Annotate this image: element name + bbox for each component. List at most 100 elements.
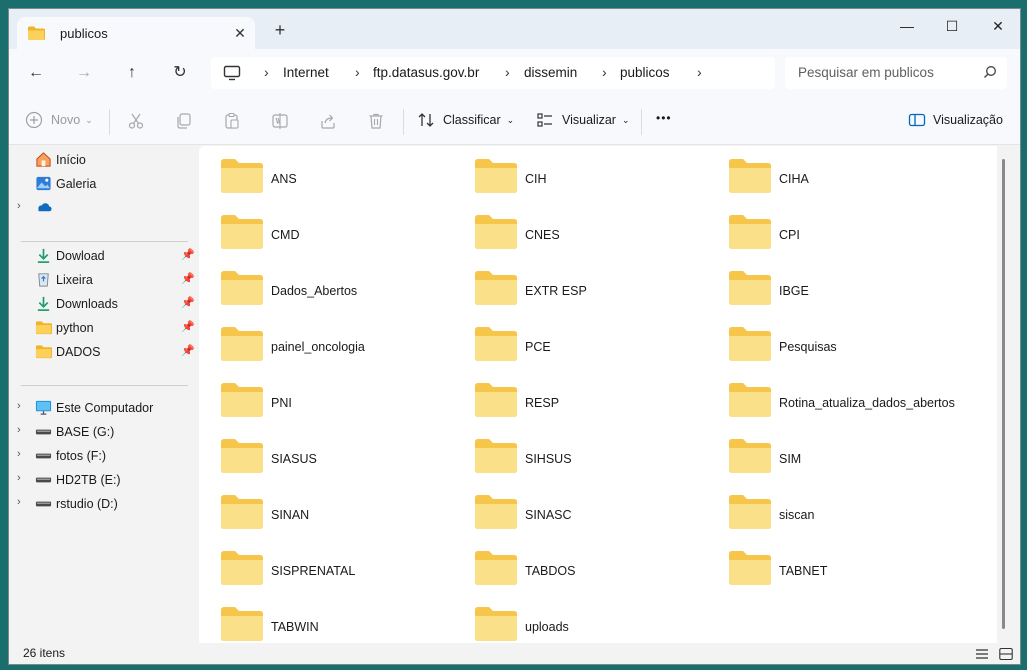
chevron-right-icon[interactable]: ›	[17, 200, 21, 212]
folder-item[interactable]: SINASC	[474, 494, 724, 542]
view-button[interactable]: Visualizar ⌄	[536, 111, 630, 129]
chevron-right-icon[interactable]: ›	[17, 400, 21, 412]
breadcrumb-dissemin[interactable]: dissemin	[524, 65, 577, 80]
sidebar-item-inicio[interactable]: Início	[9, 148, 197, 172]
share-icon[interactable]	[319, 112, 337, 130]
sidebar-item-rstudio[interactable]: › rstudio (D:)	[9, 492, 197, 516]
folder-item[interactable]: RESP	[474, 382, 724, 430]
folder-item[interactable]: CIHA	[728, 158, 978, 206]
copy-icon[interactable]	[175, 112, 193, 130]
view-label: Visualizar	[562, 113, 616, 127]
sidebar-item-hd2tb[interactable]: › HD2TB (E:)	[9, 468, 197, 492]
breadcrumb-internet[interactable]: Internet	[283, 65, 329, 80]
sidebar-item-onedrive[interactable]: ›	[9, 196, 197, 220]
sort-button[interactable]: Classificar ⌄	[417, 111, 514, 129]
chevron-right-icon[interactable]: ›	[505, 64, 510, 80]
sidebar-item-dados[interactable]: DADOS 📌	[9, 340, 197, 364]
sidebar-item-label: Este Computador	[56, 401, 154, 415]
vertical-scrollbar[interactable]	[1002, 159, 1005, 629]
folder-name: Rotina_atualiza_dados_abertos	[779, 396, 955, 410]
folder-item[interactable]: ANS	[220, 158, 470, 206]
chevron-right-icon[interactable]: ›	[17, 448, 21, 460]
new-button[interactable]: Novo ⌄	[25, 111, 93, 129]
sidebar-item-lixeira[interactable]: Lixeira 📌	[9, 268, 197, 292]
sidebar-item-python[interactable]: python 📌	[9, 316, 197, 340]
folder-item[interactable]: CPI	[728, 214, 978, 262]
folder-name: TABDOS	[525, 564, 576, 578]
navigation-pane: Início Galeria › Dowload 📌 Lixeira 📌 Dow…	[9, 146, 197, 644]
folder-icon	[729, 159, 771, 193]
search-input[interactable]: Pesquisar em publicos	[785, 57, 1007, 89]
folder-item[interactable]: Rotina_atualiza_dados_abertos	[728, 382, 978, 430]
pin-icon[interactable]: 📌	[181, 344, 195, 357]
folder-item[interactable]: PNI	[220, 382, 470, 430]
folder-item[interactable]: siscan	[728, 494, 978, 542]
chevron-right-icon[interactable]: ›	[602, 64, 607, 80]
sidebar-item-fotos[interactable]: › fotos (F:)	[9, 444, 197, 468]
folder-name: SIHSUS	[525, 452, 572, 466]
sidebar-item-este-computador[interactable]: › Este Computador	[9, 396, 197, 420]
folder-item[interactable]: CNES	[474, 214, 724, 262]
sidebar-item-dowload[interactable]: Dowload 📌	[9, 244, 197, 268]
new-tab-button[interactable]: +	[271, 21, 289, 39]
close-window-button[interactable]: ✕	[987, 15, 1009, 37]
sidebar-item-base[interactable]: › BASE (G:)	[9, 420, 197, 444]
sidebar-item-label: DADOS	[56, 345, 101, 359]
folder-item[interactable]: TABDOS	[474, 550, 724, 598]
address-bar[interactable]: › Internet › ftp.datasus.gov.br › dissem…	[211, 57, 775, 89]
chevron-right-icon[interactable]: ›	[355, 64, 360, 80]
sidebar-item-label: Início	[56, 153, 86, 167]
folder-icon	[729, 551, 771, 585]
back-button[interactable]: ←	[24, 61, 48, 85]
folder-item[interactable]: TABNET	[728, 550, 978, 598]
details-view-icon[interactable]	[975, 647, 989, 661]
folder-item[interactable]: Pesquisas	[728, 326, 978, 374]
delete-icon[interactable]	[367, 112, 385, 130]
folder-item[interactable]: SIM	[728, 438, 978, 486]
refresh-button[interactable]: ↻	[168, 61, 192, 85]
more-options-icon[interactable]: •••	[656, 111, 672, 125]
folder-item[interactable]: Dados_Abertos	[220, 270, 470, 318]
folder-item[interactable]: SIHSUS	[474, 438, 724, 486]
folder-icon	[221, 607, 263, 641]
sidebar-item-label: BASE (G:)	[56, 425, 115, 439]
tiles-view-icon[interactable]	[999, 647, 1013, 661]
paste-icon[interactable]	[223, 112, 241, 130]
forward-button[interactable]: →	[72, 61, 96, 85]
folder-item[interactable]: CMD	[220, 214, 470, 262]
folder-name: CIHA	[779, 172, 809, 186]
breadcrumb-publicos[interactable]: publicos	[620, 65, 670, 80]
chevron-right-icon[interactable]: ›	[17, 424, 21, 436]
up-button[interactable]: ↑	[120, 61, 144, 85]
chevron-right-icon[interactable]: ›	[17, 472, 21, 484]
pin-icon[interactable]: 📌	[181, 272, 195, 285]
cut-icon[interactable]	[127, 112, 145, 130]
tab-publicos[interactable]: publicos ✕	[17, 17, 255, 49]
folder-item[interactable]: SINAN	[220, 494, 470, 542]
sidebar-item-label: Downloads	[56, 297, 118, 311]
folder-item[interactable]: EXTR ESP	[474, 270, 724, 318]
breadcrumb-ftp[interactable]: ftp.datasus.gov.br	[373, 65, 479, 80]
folder-item[interactable]: PCE	[474, 326, 724, 374]
folder-item[interactable]: CIH	[474, 158, 724, 206]
sidebar-item-downloads[interactable]: Downloads 📌	[9, 292, 197, 316]
maximize-button[interactable]: ☐	[941, 15, 963, 37]
folder-item[interactable]: IBGE	[728, 270, 978, 318]
minimize-button[interactable]: —	[896, 15, 918, 37]
rename-icon[interactable]	[271, 112, 289, 130]
command-bar: Novo ⌄ Classificar ⌄ Visualizar ⌄ ••• Vi…	[9, 97, 1020, 145]
pin-icon[interactable]: 📌	[181, 248, 195, 261]
pin-icon[interactable]: 📌	[181, 320, 195, 333]
folder-icon	[35, 345, 52, 359]
folder-item[interactable]: SIASUS	[220, 438, 470, 486]
pin-icon[interactable]: 📌	[181, 296, 195, 309]
chevron-right-icon[interactable]: ›	[17, 496, 21, 508]
preview-pane-button[interactable]: Visualização	[908, 111, 1003, 129]
sidebar-item-galeria[interactable]: Galeria	[9, 172, 197, 196]
tab-close-icon[interactable]: ✕	[231, 24, 249, 42]
chevron-right-icon[interactable]: ›	[697, 64, 702, 80]
folder-item[interactable]: SISPRENATAL	[220, 550, 470, 598]
item-count: 26 itens	[23, 646, 66, 660]
folder-item[interactable]: painel_oncologia	[220, 326, 470, 374]
folder-name: CIH	[525, 172, 547, 186]
